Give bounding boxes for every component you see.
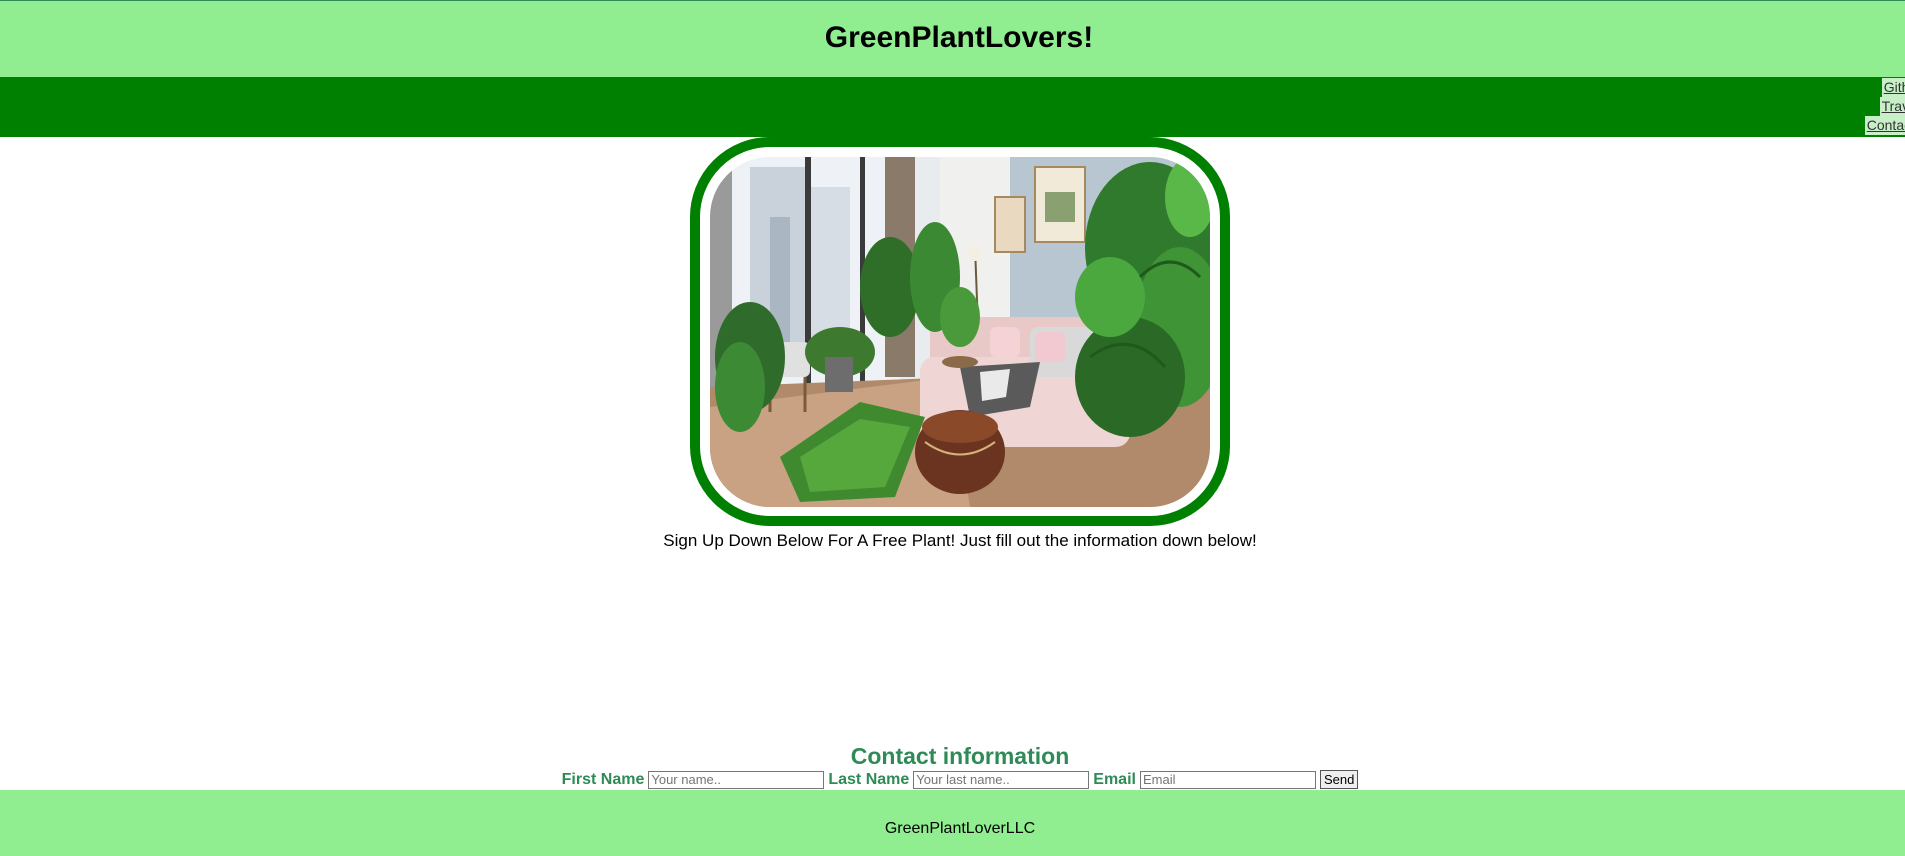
nav-links: Github Travel Contact [1845,78,1905,135]
nav-link-travel[interactable]: Travel [1879,97,1905,116]
site-footer: GreenPlantLoverLLC [0,790,1905,856]
site-title: GreenPlantLovers! [824,21,1094,54]
send-button[interactable]: Send [1319,770,1359,789]
first-name-label: First Name [561,770,645,788]
navigation-bar: Github Travel Contact [0,77,1905,137]
contact-section-title: Contact information [850,743,1070,769]
footer-company-name: GreenPlantLoverLLC [884,820,1036,837]
living-room-photo [710,157,1210,507]
last-name-label: Last Name [828,770,910,788]
hero-image-frame [690,137,1230,526]
email-input[interactable] [1139,770,1316,789]
hero-image [710,157,1210,507]
signup-tagline: Sign Up Down Below For A Free Plant! Jus… [663,531,1257,550]
contact-form: First Name Last Name Email Send [0,770,1905,789]
last-name-input[interactable] [913,770,1090,789]
site-header: GreenPlantLovers! [0,0,1905,77]
first-name-input[interactable] [648,770,825,789]
nav-link-github[interactable]: Github [1881,78,1905,97]
email-label: Email [1093,770,1136,788]
nav-link-contact[interactable]: Contact [1864,116,1905,135]
